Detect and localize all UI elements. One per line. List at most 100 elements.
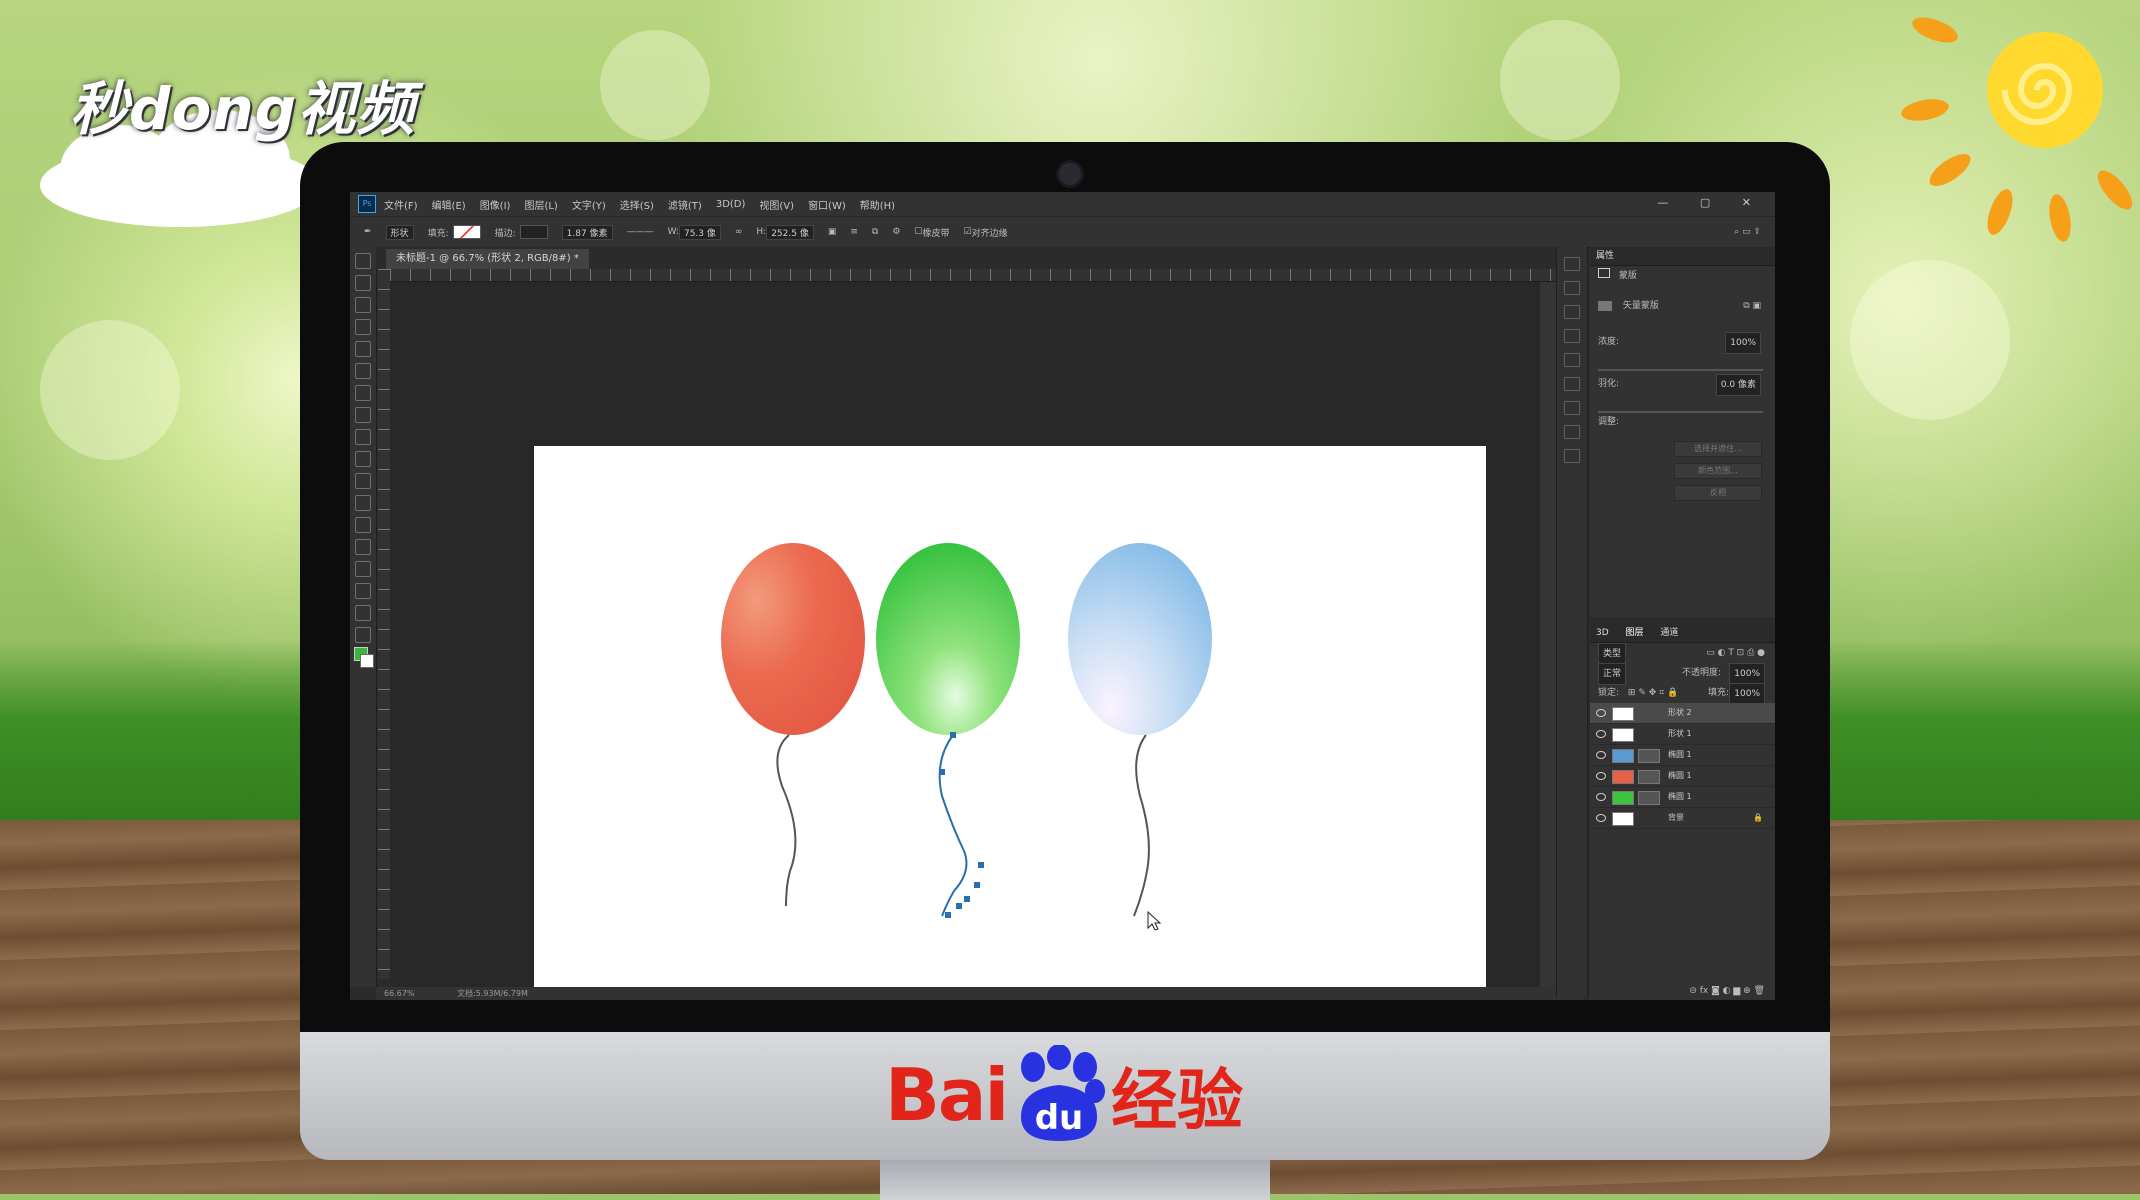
anchor-point[interactable] (950, 732, 956, 738)
pen-tool-icon[interactable]: ✒ (364, 227, 372, 237)
stroke-width-field[interactable]: 1.87 像素 (561, 224, 613, 240)
menu-type[interactable]: 文字(Y) (572, 197, 606, 212)
anchor-point[interactable] (939, 769, 945, 775)
blue-balloon-string[interactable] (1133, 734, 1150, 917)
green-balloon-string-path[interactable] (938, 734, 968, 917)
mask-options-icon[interactable]: ⧉ ▣ (1743, 296, 1761, 316)
fill-swatch[interactable] (452, 225, 481, 239)
color-icon[interactable] (1564, 281, 1580, 295)
menu-filter[interactable]: 滤镜(T) (668, 197, 702, 212)
layer-footer-icons[interactable]: ⊝ fx ◙ ◐ ▆ ⊕ 🗑 (1689, 986, 1765, 996)
blue-balloon[interactable] (1068, 543, 1212, 735)
menu-file[interactable]: 文件(F) (384, 197, 418, 212)
healing-tool-icon[interactable] (355, 385, 371, 401)
swatches-icon[interactable] (1564, 305, 1580, 319)
move-tool-icon[interactable] (355, 253, 371, 269)
search-icon[interactable]: ⌕ ▭ ⇪ (1734, 227, 1761, 237)
anchor-point[interactable] (974, 882, 980, 888)
color-range-button[interactable]: 颜色范围... (1674, 463, 1762, 479)
stamp-tool-icon[interactable] (355, 429, 371, 445)
eyedropper-tool-icon[interactable] (355, 363, 371, 379)
pen-tool-icon[interactable] (355, 539, 371, 555)
gradient-tool-icon[interactable] (355, 495, 371, 511)
tab-layers[interactable]: 图层 (1626, 628, 1644, 638)
red-balloon[interactable] (721, 543, 865, 735)
marquee-tool-icon[interactable] (355, 275, 371, 291)
eye-icon[interactable] (1596, 814, 1606, 822)
menu-edit[interactable]: 编辑(E) (432, 197, 466, 212)
zoom-tool-icon[interactable] (355, 627, 371, 643)
quick-select-tool-icon[interactable] (355, 319, 371, 335)
rubber-band-checkbox[interactable]: ☐ (914, 227, 922, 237)
menu-window[interactable]: 窗口(W) (808, 197, 846, 212)
history-brush-icon[interactable] (355, 451, 371, 467)
invert-button[interactable]: 反相 (1674, 485, 1762, 501)
doc-size[interactable]: 文档:5.93M/6.79M (457, 989, 528, 998)
ellipse-tool-icon[interactable] (355, 583, 371, 599)
eye-icon[interactable] (1596, 709, 1606, 717)
brush-settings-icon[interactable] (1564, 329, 1580, 343)
eye-icon[interactable] (1596, 751, 1606, 759)
density-slider[interactable] (1598, 369, 1763, 371)
photoshop-app-icon[interactable]: Ps (358, 195, 376, 213)
layer-row[interactable]: 形状 1 (1590, 724, 1775, 745)
zoom-level[interactable]: 66.67% (384, 989, 415, 998)
layer-row[interactable]: 形状 2 (1590, 703, 1775, 724)
anchor-point[interactable] (956, 903, 962, 909)
layer-row[interactable]: 背景 🔒 (1590, 808, 1775, 829)
adjustments-icon[interactable] (1564, 353, 1580, 367)
width-field[interactable]: 75.3 像 (678, 224, 721, 240)
menu-layer[interactable]: 图层(L) (524, 197, 557, 212)
crop-tool-icon[interactable] (355, 341, 371, 357)
vertical-scrollbar[interactable] (1540, 282, 1556, 987)
eye-icon[interactable] (1596, 793, 1606, 801)
type-tool-icon[interactable] (355, 517, 371, 533)
document-canvas[interactable] (534, 446, 1486, 1000)
3d-icon[interactable] (1564, 449, 1580, 463)
arrange-icon[interactable]: ⧉ (872, 227, 878, 237)
tool-presets-icon[interactable] (1564, 425, 1580, 439)
character-icon[interactable] (1564, 377, 1580, 391)
properties-tab[interactable]: 属性 (1590, 247, 1775, 266)
eye-icon[interactable] (1596, 730, 1606, 738)
red-balloon-string[interactable] (776, 734, 797, 907)
path-select-tool-icon[interactable] (355, 561, 371, 577)
eraser-tool-icon[interactable] (355, 473, 371, 489)
menu-view[interactable]: 视图(V) (759, 197, 794, 212)
green-balloon[interactable] (876, 543, 1020, 735)
lasso-tool-icon[interactable] (355, 297, 371, 313)
menu-image[interactable]: 图像(I) (480, 197, 511, 212)
lock-icons[interactable]: ⊞ ✎ ✥ ⌗ 🔒 (1628, 688, 1678, 698)
select-and-mask-button[interactable]: 选择并遮住... (1674, 441, 1762, 457)
eye-icon[interactable] (1596, 772, 1606, 780)
feather-field[interactable]: 0.0 像素 (1715, 374, 1761, 396)
layer-row[interactable]: 椭圆 1 (1590, 745, 1775, 766)
paragraph-icon[interactable] (1564, 401, 1580, 415)
layer-row[interactable]: 椭圆 1 (1590, 787, 1775, 808)
layer-filter-select[interactable]: 类型 (1598, 643, 1627, 665)
blend-mode-select[interactable]: 正常 (1598, 663, 1627, 685)
history-icon[interactable] (1564, 257, 1580, 271)
window-controls[interactable]: — ▢ ✕ (1657, 196, 1765, 209)
anchor-point[interactable] (945, 912, 951, 918)
tab-3d[interactable]: 3D (1596, 628, 1609, 638)
anchor-point[interactable] (964, 896, 970, 902)
canvas-area[interactable] (390, 282, 1540, 1000)
filter-icons[interactable]: ▭ ◐ T ⊡ ⎙ ● (1706, 643, 1765, 663)
vector-mask-row[interactable]: 矢量蒙版 ⧉ ▣ (1590, 296, 1775, 316)
brush-tool-icon[interactable] (355, 407, 371, 423)
hand-tool-icon[interactable] (355, 605, 371, 621)
stroke-swatch[interactable] (519, 225, 548, 239)
tool-mode-select[interactable]: 形状 (385, 224, 414, 240)
fill-field[interactable]: 100% (1729, 683, 1765, 705)
background-color-swatch[interactable] (360, 654, 374, 668)
height-field[interactable]: 252.5 像 (766, 224, 814, 240)
menu-help[interactable]: 帮助(H) (860, 197, 895, 212)
layer-row[interactable]: 椭圆 1 (1590, 766, 1775, 787)
document-tab[interactable]: 未标题-1 @ 66.7% (形状 2, RGB/8#) * (386, 249, 589, 269)
menu-select[interactable]: 选择(S) (620, 197, 654, 212)
align-edges-checkbox[interactable]: ☑ (964, 227, 972, 237)
tab-channels[interactable]: 通道 (1660, 628, 1678, 638)
align-icon[interactable]: ≡ (850, 227, 858, 237)
stroke-style-select[interactable]: ——— (627, 227, 654, 237)
